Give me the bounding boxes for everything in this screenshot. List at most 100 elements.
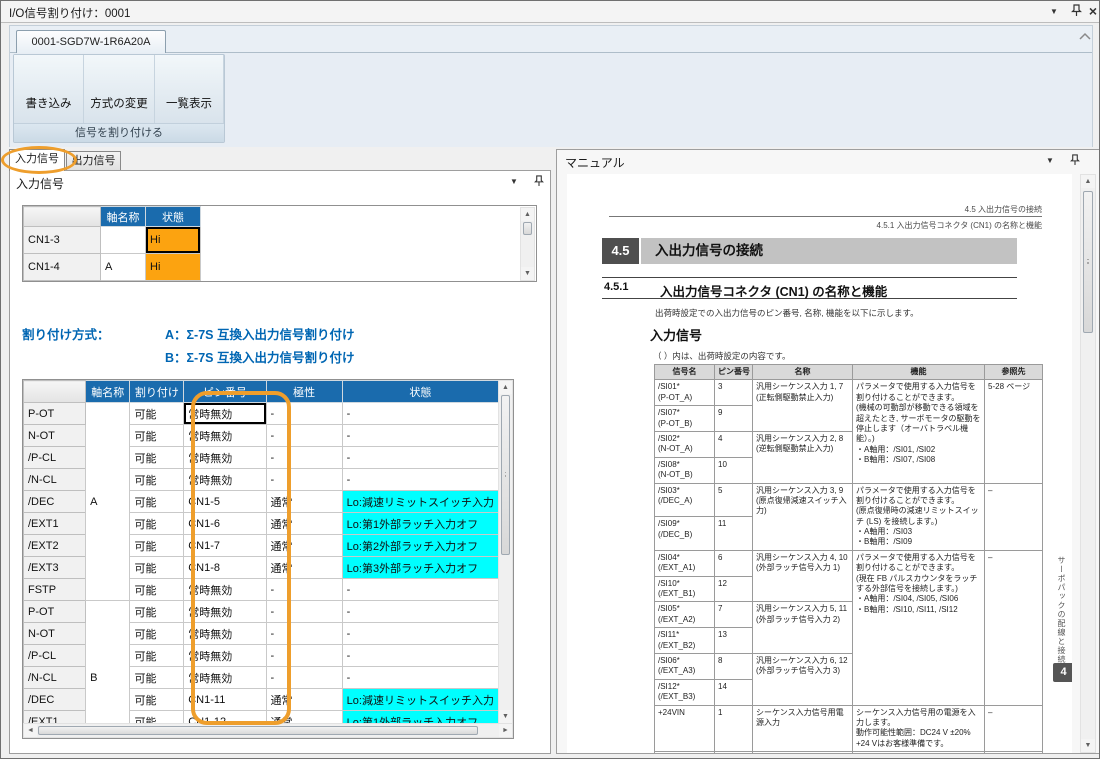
polarity-cell[interactable]: - xyxy=(266,403,342,425)
state-cell[interactable]: Lo:減速リミットスイッチ入力 xyxy=(342,491,498,513)
panel-menu-arrow-icon[interactable]: ▼ xyxy=(510,177,518,186)
assign-cell[interactable]: 可能 xyxy=(130,447,184,469)
status-row-axis[interactable]: A xyxy=(101,254,146,281)
state-cell[interactable]: - xyxy=(342,579,498,601)
manual-cell: パラメータで使用する入力信号を割り付けることができます。 (現在 FB パルスカ… xyxy=(853,550,985,705)
polarity-cell[interactable]: - xyxy=(266,623,342,645)
pin-number-cell[interactable]: 常時無効 xyxy=(184,403,266,425)
assign-cell[interactable]: 可能 xyxy=(130,425,184,447)
window-menu-arrow-icon[interactable]: ▼ xyxy=(1045,3,1063,20)
polarity-cell[interactable]: 通常 xyxy=(266,513,342,535)
state-cell[interactable]: - xyxy=(342,469,498,491)
window-close-icon[interactable]: × xyxy=(1084,3,1100,20)
input-signals-panel: 入力信号 ▼ 軸名称状態CN1-3HiCN1-4AHiCN1-5Hi ▲ ▼ 割… xyxy=(9,170,551,754)
state-cell[interactable]: - xyxy=(342,403,498,425)
assign-cell[interactable]: 可能 xyxy=(130,557,184,579)
polarity-cell[interactable]: - xyxy=(266,425,342,447)
polarity-cell[interactable]: 通常 xyxy=(266,491,342,513)
tab-input-signals[interactable]: 入力信号 xyxy=(9,149,65,171)
status-row-state[interactable]: Hi xyxy=(146,227,201,254)
list-view-button[interactable]: 一覧表示 xyxy=(155,55,224,123)
pin-number-cell[interactable]: CN1-12 xyxy=(184,711,266,725)
status-row-state[interactable]: Hi xyxy=(146,254,201,281)
state-cell[interactable]: - xyxy=(342,425,498,447)
tab-output-signals[interactable]: 出力信号 xyxy=(66,151,121,171)
ribbon-collapse-icon[interactable] xyxy=(1078,28,1096,42)
state-cell[interactable]: Lo:第3外部ラッチ入力オフ xyxy=(342,557,498,579)
pin-number-cell[interactable]: CN1-8 xyxy=(184,557,266,579)
signal-table-hscrollbar[interactable]: ◄ ► xyxy=(23,723,513,738)
state-cell[interactable]: - xyxy=(342,447,498,469)
assign-cell[interactable]: 可能 xyxy=(130,403,184,425)
pin-number-cell[interactable]: CN1-5 xyxy=(184,491,266,513)
manual-cell: シーケンス入力信号用の電源を入力します。 動作可能性範囲：DC24 V ±20%… xyxy=(853,705,985,752)
pin-number-cell[interactable]: 常時無効 xyxy=(184,645,266,667)
manual-table-row: /SI01* (P-OT_A)3汎用シーケンス入力 1, 7 (正転側駆動禁止入… xyxy=(655,380,1043,406)
state-cell[interactable]: Lo:減速リミットスイッチ入力 xyxy=(342,689,498,711)
assign-cell[interactable]: 可能 xyxy=(130,623,184,645)
pin-number-cell[interactable]: CN1-11 xyxy=(184,689,266,711)
panel-pin-icon[interactable] xyxy=(534,174,544,192)
polarity-cell[interactable]: - xyxy=(266,579,342,601)
assign-cell[interactable]: 可能 xyxy=(130,513,184,535)
state-cell[interactable]: Lo:第2外部ラッチ入力オフ xyxy=(342,535,498,557)
assign-cell[interactable]: 可能 xyxy=(130,579,184,601)
document-tab[interactable]: 0001-SGD7W-1R6A20A xyxy=(16,30,166,53)
state-cell[interactable]: Lo:第1外部ラッチ入力オフ xyxy=(342,711,498,725)
polarity-cell[interactable]: - xyxy=(266,601,342,623)
pin-number-cell[interactable]: 常時無効 xyxy=(184,447,266,469)
manual-subsection-number: 4.5.1 xyxy=(604,281,628,293)
status-table-vscrollbar[interactable]: ▲ ▼ xyxy=(520,207,535,281)
assign-cell[interactable]: 可能 xyxy=(130,645,184,667)
manual-cell: 1 xyxy=(715,705,753,752)
signal-name-cell: /N-CL xyxy=(24,667,86,689)
write-button[interactable]: 書き込み xyxy=(14,55,84,123)
manual-cell: 14 xyxy=(715,679,753,705)
pin-number-cell[interactable]: CN1-7 xyxy=(184,535,266,557)
signal-table-vscrollbar[interactable]: ▲ ▼ xyxy=(498,380,513,724)
polarity-cell[interactable]: - xyxy=(266,667,342,689)
assign-cell[interactable]: 可能 xyxy=(130,711,184,725)
manual-menu-arrow-icon[interactable]: ▼ xyxy=(1046,156,1054,165)
pin-number-cell[interactable]: CN1-6 xyxy=(184,513,266,535)
manual-cell: – xyxy=(985,550,1043,705)
state-cell[interactable]: - xyxy=(342,645,498,667)
window-titlebar: I/O信号割り付け：0001 ▼ × xyxy=(1,1,1099,23)
assign-cell[interactable]: 可能 xyxy=(130,469,184,491)
assign-cell[interactable]: 可能 xyxy=(130,667,184,689)
manual-cell: /SI05* (/EXT_A2) xyxy=(655,602,715,628)
status-row-state[interactable]: Hi xyxy=(146,281,201,283)
state-cell[interactable]: - xyxy=(342,623,498,645)
assign-cell[interactable]: 可能 xyxy=(130,535,184,557)
assign-cell[interactable]: 可能 xyxy=(130,491,184,513)
polarity-cell[interactable]: 通常 xyxy=(266,535,342,557)
polarity-cell[interactable]: - xyxy=(266,645,342,667)
pin-number-cell[interactable]: 常時無効 xyxy=(184,579,266,601)
state-cell[interactable]: - xyxy=(342,667,498,689)
status-row-axis[interactable] xyxy=(101,227,146,254)
polarity-cell[interactable]: 通常 xyxy=(266,711,342,725)
manual-rule xyxy=(609,216,1042,217)
pin-status-grid: 軸名称状態CN1-3HiCN1-4AHiCN1-5Hi xyxy=(23,206,201,282)
status-row-axis[interactable] xyxy=(101,281,146,283)
manual-cell: /SI06* (/EXT_A3) xyxy=(655,653,715,679)
pin-number-cell[interactable]: 常時無効 xyxy=(184,667,266,689)
window-pin-icon[interactable] xyxy=(1067,3,1085,20)
manual-pin-icon[interactable] xyxy=(1070,153,1080,171)
change-method-button[interactable]: 方式の変更 xyxy=(84,55,155,123)
manual-vscrollbar[interactable]: ▲ ▼ xyxy=(1080,174,1096,753)
state-cell[interactable]: - xyxy=(342,601,498,623)
pin-number-cell[interactable]: 常時無効 xyxy=(184,425,266,447)
pin-number-cell[interactable]: 常時無効 xyxy=(184,469,266,491)
polarity-cell[interactable]: 通常 xyxy=(266,557,342,579)
state-cell[interactable]: Lo:第1外部ラッチ入力オフ xyxy=(342,513,498,535)
manual-cell: 汎用シーケンス入力 4, 10 (外部ラッチ信号入力 1) xyxy=(753,550,853,602)
polarity-cell[interactable]: - xyxy=(266,447,342,469)
pin-number-cell[interactable]: 常時無効 xyxy=(184,623,266,645)
assign-cell[interactable]: 可能 xyxy=(130,601,184,623)
polarity-cell[interactable]: 通常 xyxy=(266,689,342,711)
assign-cell[interactable]: 可能 xyxy=(130,689,184,711)
polarity-cell[interactable]: - xyxy=(266,469,342,491)
pin-number-cell[interactable]: 常時無効 xyxy=(184,601,266,623)
signal-name-cell: /EXT1 xyxy=(24,711,86,725)
